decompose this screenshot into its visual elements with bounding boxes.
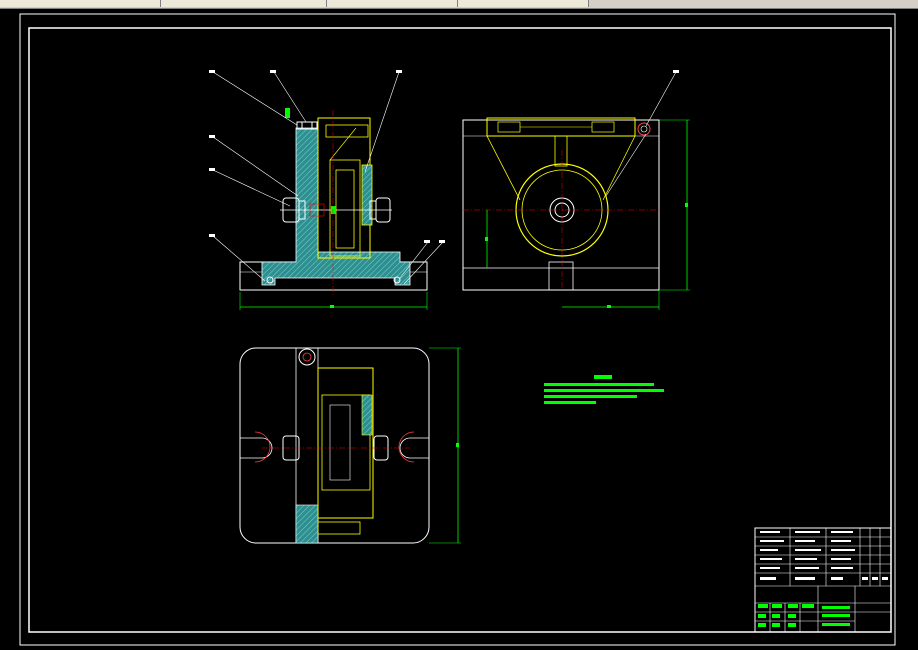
top-view [239, 347, 461, 544]
document-tab-5 [589, 0, 918, 7]
side-view [462, 70, 690, 310]
document-tab-1[interactable] [0, 0, 161, 7]
cad-drawing [19, 13, 896, 646]
document-tab-4[interactable] [458, 0, 589, 7]
drawing-canvas[interactable] [0, 9, 918, 650]
document-tab-3[interactable] [327, 0, 458, 7]
front-section-view [209, 70, 445, 310]
document-tab-bar [0, 0, 918, 9]
technical-notes [544, 375, 664, 404]
document-tab-2[interactable] [161, 0, 327, 7]
title-block [754, 527, 892, 633]
